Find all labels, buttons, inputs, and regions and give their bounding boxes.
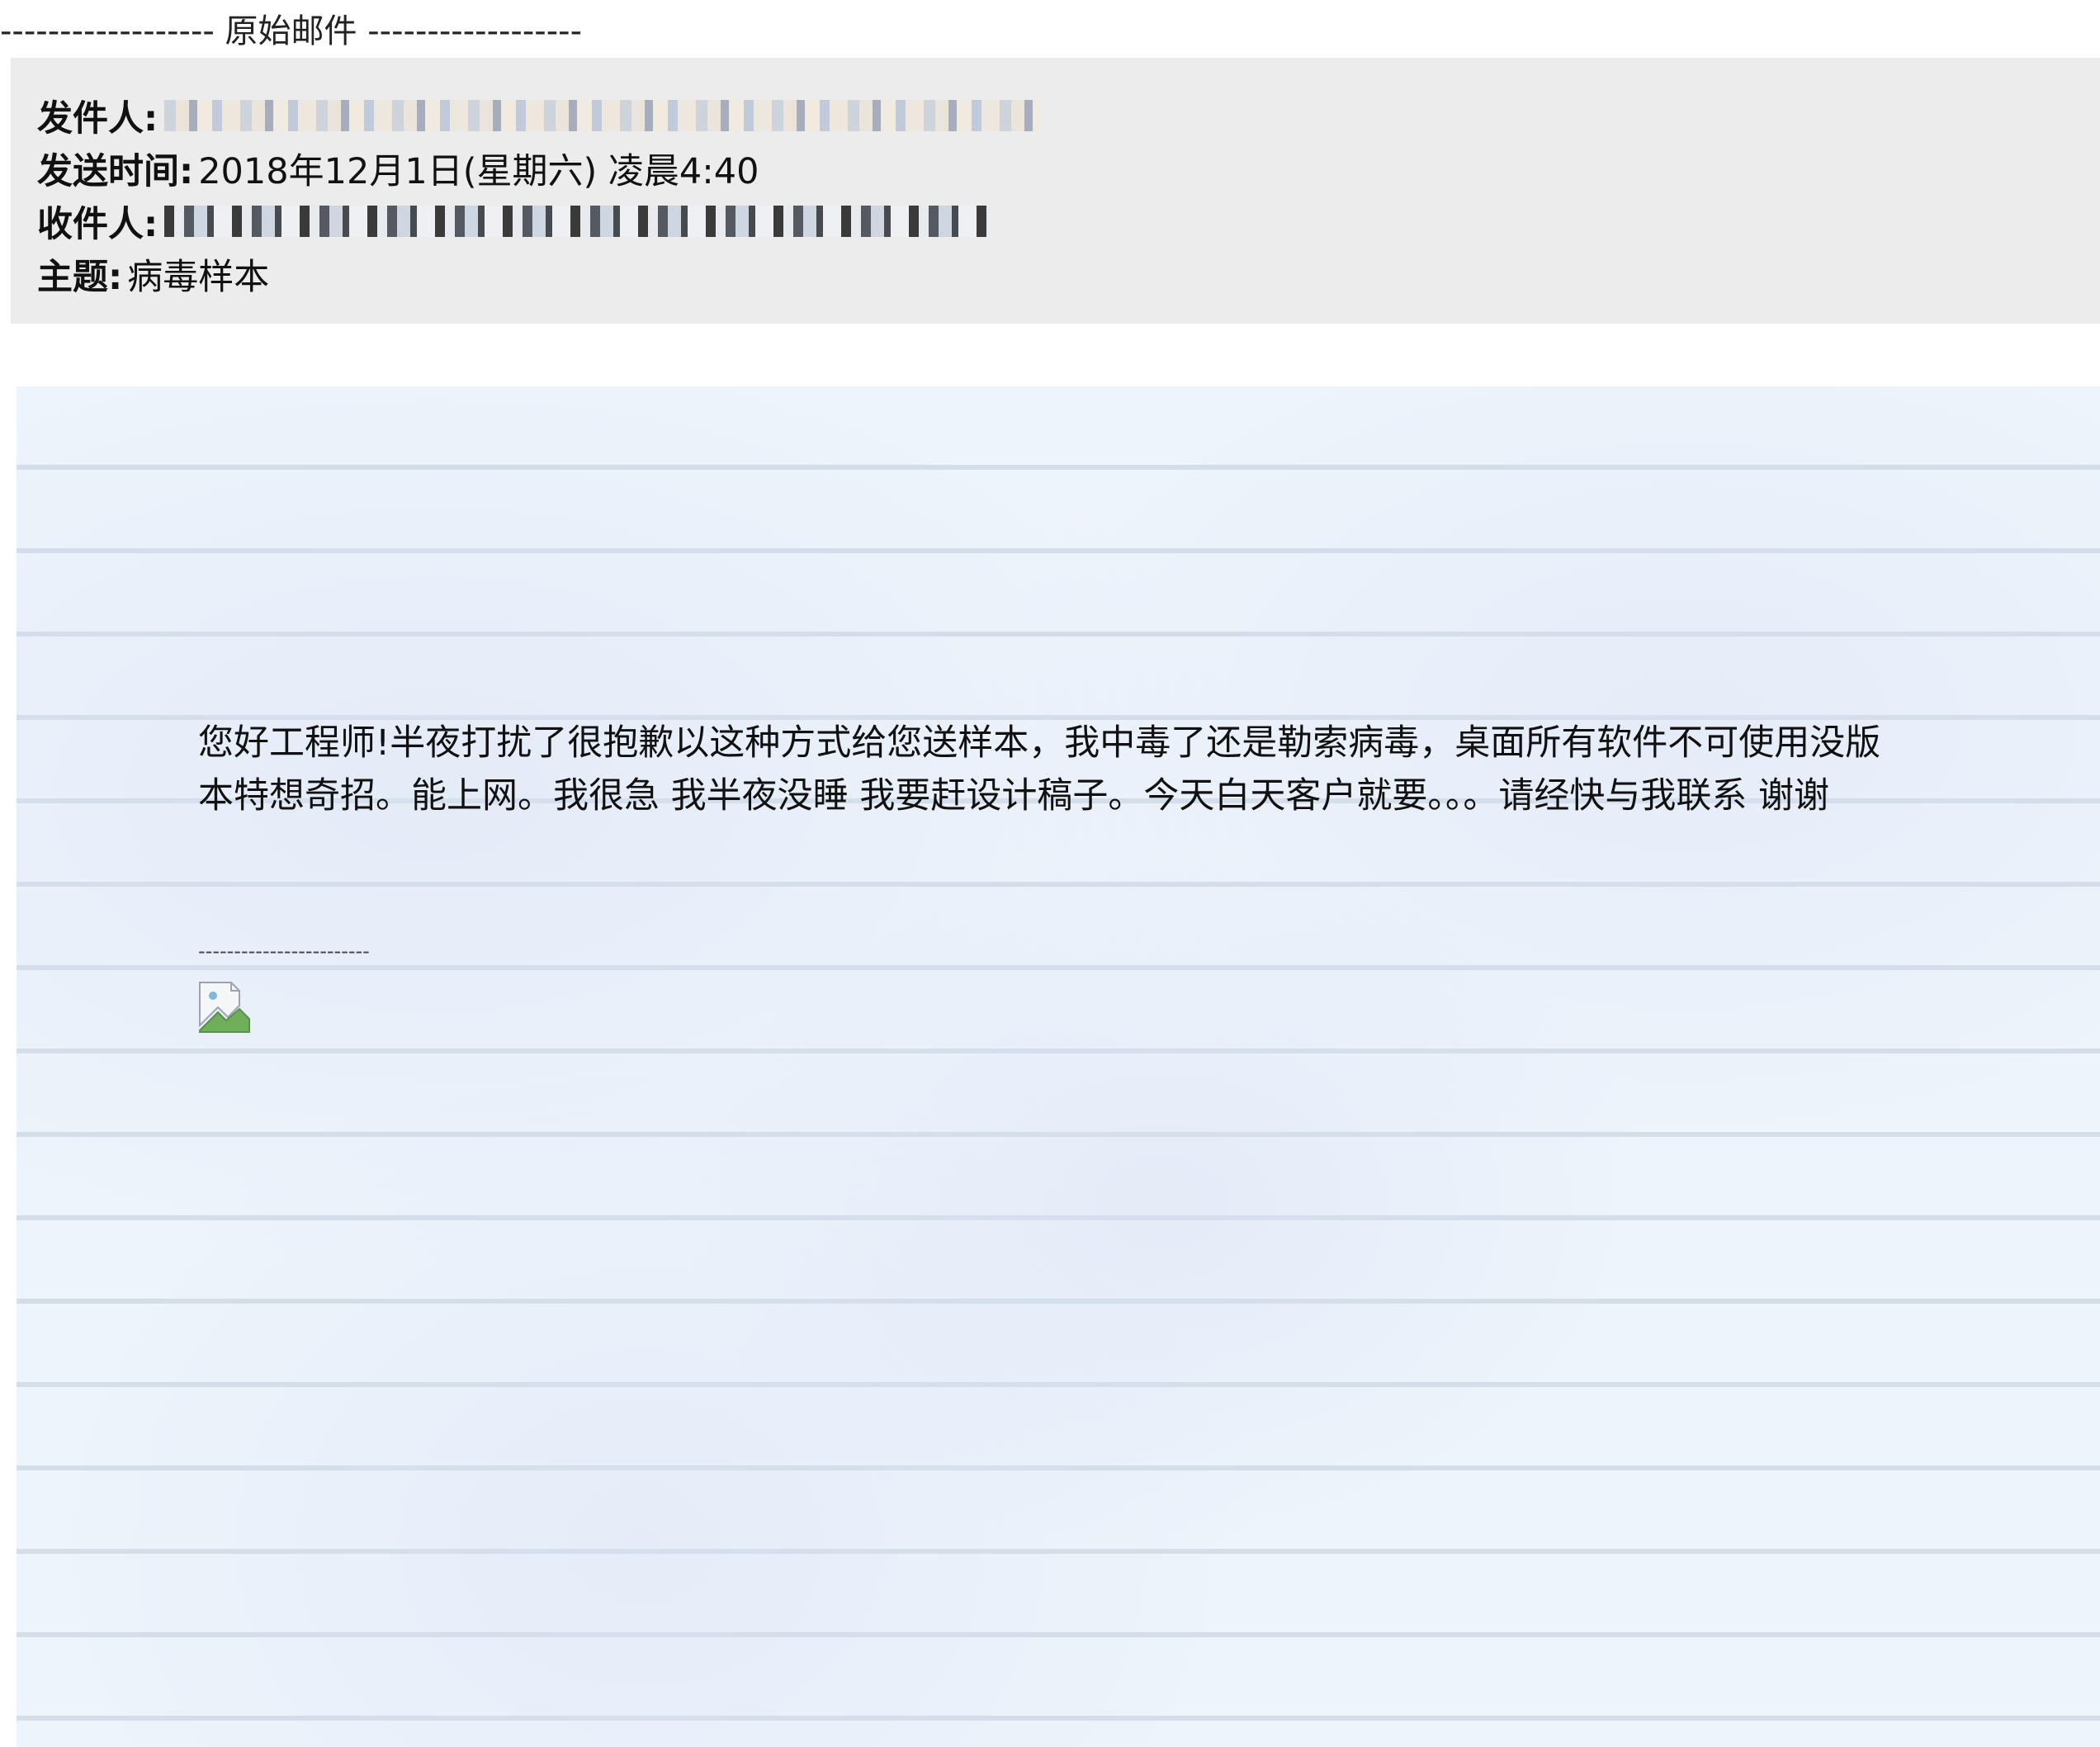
subject-label: 主题:: [37, 257, 123, 298]
original-mail-divider: ------------------ 原始邮件 ----------------…: [0, 12, 583, 50]
sent-label: 发送时间:: [37, 151, 194, 192]
subject-row: 主题: 病毒样本: [37, 248, 2100, 301]
to-label: 收件人:: [37, 204, 158, 245]
mail-body-stationery: 您好工程师!半夜打扰了很抱歉以这种方式给您送样本，我中毒了还是勒索病毒，桌面所有…: [17, 386, 2100, 1747]
redacted-recipient: [164, 206, 991, 237]
email-view: ------------------ 原始邮件 ----------------…: [0, 0, 2100, 1747]
subject-value: 病毒样本: [127, 257, 270, 298]
from-label: 发件人:: [37, 98, 158, 140]
to-row: 收件人:: [37, 195, 2100, 248]
sent-row: 发送时间: 2018年12月1日(星期六) 凌晨4:40: [37, 142, 2100, 195]
sent-value: 2018年12月1日(星期六) 凌晨4:40: [198, 151, 759, 192]
broken-image-icon: [199, 982, 250, 1033]
redacted-sender: [164, 100, 1040, 131]
from-row: 发件人:: [37, 89, 2100, 142]
signature-divider: ------------------------: [198, 940, 370, 963]
stationery-background: [17, 386, 2100, 1747]
message-text: 您好工程师!半夜打扰了很抱歉以这种方式给您送样本，我中毒了还是勒索病毒，桌面所有…: [198, 722, 1881, 817]
mail-header: 发件人: 发送时间: 2018年12月1日(星期六) 凌晨4:40 收件人: 主…: [11, 58, 2100, 324]
